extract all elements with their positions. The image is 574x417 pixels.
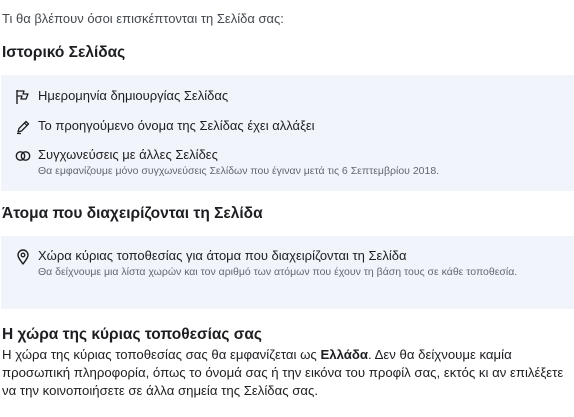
list-item-creation-date: Ημερομηνία δημιουργίας Σελίδας (1, 88, 574, 106)
page-managers-box: Χώρα κύριας τοποθεσίας για άτομα που δια… (1, 236, 574, 309)
list-item-label: Το προηγούμενο όνομα της Σελίδας έχει αλ… (38, 118, 315, 133)
page-history-title: Ιστορικό Σελίδας (2, 44, 126, 61)
list-item-merges: Συγχωνεύσεις με άλλες Σελίδες Θα εμφανίζ… (1, 147, 574, 183)
page-managers-title: Άτομα που διαχειρίζονται τη Σελίδα (2, 205, 263, 222)
country-name: Ελλάδα (320, 347, 368, 362)
pencil-icon (15, 119, 31, 135)
list-item-manager-country: Χώρα κύριας τοποθεσίας για άτομα που δια… (1, 248, 574, 298)
list-item-label: Ημερομηνία δημιουργίας Σελίδας (38, 88, 229, 103)
primary-country-description: Η χώρα της κύριας τοποθεσίας σας θα εμφα… (2, 346, 568, 400)
location-pin-icon (15, 249, 31, 265)
list-item-subtext: Θα εμφανίζουμε μόνο συγχωνεύσεις Σελίδων… (38, 165, 440, 177)
merge-circles-icon (15, 148, 31, 164)
list-item-subtext: Θα δείχνουμε μια λίστα χωρών και τον αρι… (38, 266, 518, 278)
list-item-label: Συγχωνεύσεις με άλλες Σελίδες (38, 147, 218, 162)
description-text-before: Η χώρα της κύριας τοποθεσίας σας θα εμφα… (2, 347, 321, 362)
list-item-label: Χώρα κύριας τοποθεσίας για άτομα που δια… (38, 248, 407, 263)
flag-icon (15, 89, 31, 105)
primary-country-title: Η χώρα της κύριας τοποθεσίας σας (2, 326, 262, 343)
intro-text: Τι θα βλέπουν όσοι επισκέπτονται τη Σελί… (2, 11, 284, 26)
list-item-previous-name: Το προηγούμενο όνομα της Σελίδας έχει αλ… (1, 118, 574, 136)
page-history-box: Ημερομηνία δημιουργίας Σελίδας Το προηγο… (1, 75, 574, 191)
